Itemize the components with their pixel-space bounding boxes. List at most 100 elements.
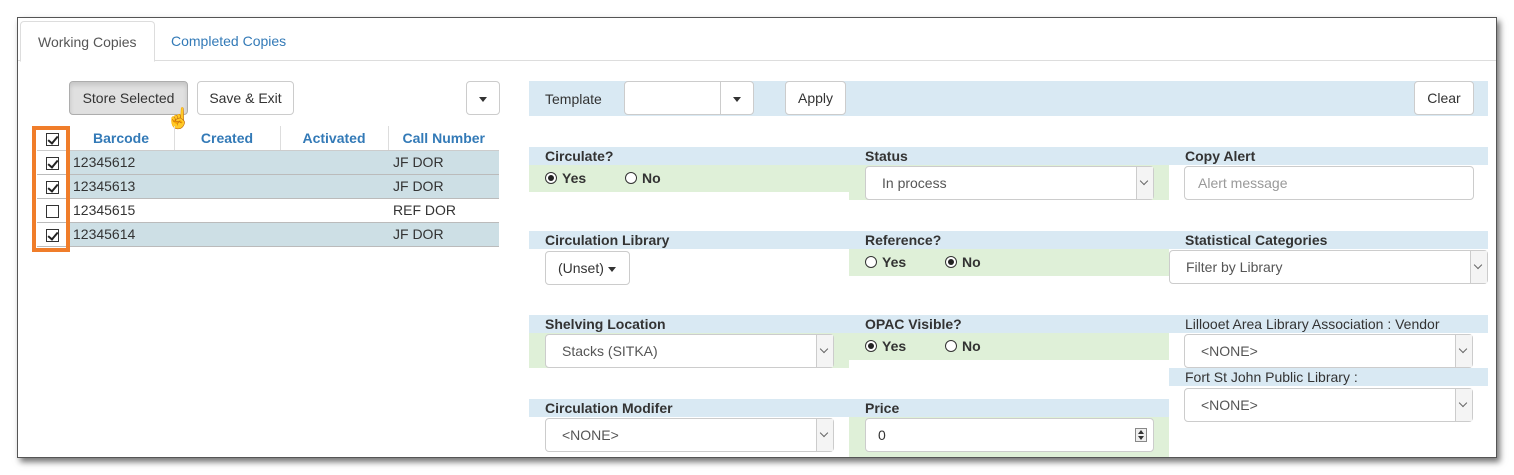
circ-library-value: (Unset) bbox=[558, 260, 604, 276]
shelving-location-select[interactable]: Stacks (SITKA) bbox=[545, 334, 834, 368]
stat-cats-library-filter-select[interactable]: Filter by Library bbox=[1169, 250, 1488, 284]
row-checkbox[interactable] bbox=[46, 156, 59, 170]
column-header-activated[interactable]: Activated bbox=[280, 126, 389, 151]
chevron-down-icon bbox=[816, 419, 833, 451]
circulate-yes-label: Yes bbox=[562, 170, 587, 186]
template-label: Template bbox=[545, 91, 602, 107]
chevron-down-icon bbox=[816, 335, 833, 367]
column-header-created[interactable]: Created bbox=[174, 126, 281, 151]
call-number-cell: JF DOR bbox=[388, 150, 499, 175]
radio-button-icon bbox=[865, 256, 877, 268]
clear-button[interactable]: Clear bbox=[1414, 81, 1474, 115]
number-spinner-icon[interactable] bbox=[1135, 428, 1147, 442]
reference-no-label: No bbox=[962, 254, 981, 270]
row-checkbox[interactable] bbox=[46, 204, 59, 218]
copy-alert-placeholder: Alert message bbox=[1198, 175, 1288, 191]
vendor-select[interactable]: <NONE> bbox=[1184, 334, 1473, 368]
fort-st-john-value: <NONE> bbox=[1201, 397, 1258, 413]
vendor-value: <NONE> bbox=[1201, 343, 1258, 359]
table-row[interactable]: 12345614 JF DOR bbox=[37, 222, 499, 247]
opac-visible-label: OPAC Visible? bbox=[865, 316, 962, 332]
created-cell bbox=[174, 198, 280, 223]
price-input[interactable]: 0 bbox=[865, 418, 1154, 452]
reference-label: Reference? bbox=[865, 232, 942, 248]
circulate-yes-radio[interactable]: Yes bbox=[545, 170, 586, 186]
created-cell bbox=[174, 174, 280, 199]
price-value: 0 bbox=[878, 427, 886, 443]
barcode-cell: 12345614 bbox=[68, 222, 174, 247]
created-cell bbox=[174, 222, 280, 247]
column-header-call-number[interactable]: Call Number bbox=[388, 126, 499, 151]
tab-completed-copies[interactable]: Completed Copies bbox=[154, 21, 303, 62]
caret-down-icon bbox=[607, 266, 616, 272]
fort-st-john-label: Fort St John Public Library : bbox=[1185, 369, 1358, 385]
row-checkbox[interactable] bbox=[46, 180, 59, 194]
chevron-down-icon bbox=[1455, 335, 1472, 367]
row-select-cell bbox=[37, 150, 68, 175]
radio-button-icon bbox=[945, 256, 957, 268]
row-select-cell bbox=[37, 222, 68, 247]
tab-working-copies[interactable]: Working Copies bbox=[20, 21, 155, 62]
stat-cats-value: Filter by Library bbox=[1186, 259, 1283, 275]
chevron-down-icon bbox=[1455, 389, 1472, 421]
shelving-location-label: Shelving Location bbox=[545, 316, 666, 332]
radio-button-icon bbox=[945, 340, 957, 352]
copy-alert-label: Copy Alert bbox=[1185, 148, 1256, 164]
fort-st-john-select[interactable]: <NONE> bbox=[1184, 388, 1473, 422]
activated-cell bbox=[280, 150, 388, 175]
call-number-cell: REF DOR bbox=[388, 198, 499, 223]
row-select-cell bbox=[37, 174, 68, 199]
select-all-checkbox[interactable] bbox=[45, 132, 59, 146]
circ-modifier-label: Circulation Modifer bbox=[545, 400, 673, 416]
circulate-no-radio[interactable]: No bbox=[625, 170, 661, 186]
created-cell bbox=[174, 150, 280, 175]
reference-no-radio[interactable]: No bbox=[945, 254, 981, 270]
circ-library-label: Circulation Library bbox=[545, 232, 670, 248]
table-row[interactable]: 12345613 JF DOR bbox=[37, 174, 499, 199]
row-select-cell bbox=[37, 198, 68, 223]
circulate-no-label: No bbox=[642, 170, 661, 186]
radio-button-icon bbox=[545, 172, 557, 184]
barcode-cell: 12345612 bbox=[68, 150, 174, 175]
activated-cell bbox=[280, 198, 388, 223]
grid-actions-dropdown-button[interactable] bbox=[466, 81, 500, 115]
circ-modifier-select[interactable]: <NONE> bbox=[545, 418, 834, 452]
opac-visible-yes-label: Yes bbox=[882, 338, 907, 354]
status-label: Status bbox=[865, 148, 908, 164]
barcode-cell: 12345615 bbox=[68, 198, 174, 223]
reference-yes-label: Yes bbox=[882, 254, 907, 270]
copy-alert-input[interactable]: Alert message bbox=[1184, 166, 1474, 200]
table-row[interactable]: 12345615 REF DOR bbox=[37, 198, 499, 223]
opac-visible-no-label: No bbox=[962, 338, 981, 354]
radio-button-icon bbox=[625, 172, 637, 184]
table-row[interactable]: 12345612 JF DOR bbox=[37, 150, 499, 175]
row-checkbox[interactable] bbox=[46, 228, 59, 242]
barcode-cell: 12345613 bbox=[68, 174, 174, 199]
apply-template-button[interactable]: Apply bbox=[785, 81, 846, 115]
template-dropdown-toggle[interactable] bbox=[720, 82, 753, 114]
vendor-label: Lillooet Area Library Association : Vend… bbox=[1185, 316, 1440, 332]
reference-yes-radio[interactable]: Yes bbox=[865, 254, 906, 270]
tab-bar: Working Copies Completed Copies bbox=[18, 18, 1496, 62]
caret-down-icon bbox=[479, 96, 487, 102]
caret-down-icon bbox=[733, 96, 741, 102]
radio-button-icon bbox=[865, 340, 877, 352]
opac-visible-no-radio[interactable]: No bbox=[945, 338, 981, 354]
circulate-label: Circulate? bbox=[545, 148, 614, 164]
stat-cats-label: Statistical Categories bbox=[1185, 232, 1328, 248]
activated-cell bbox=[280, 222, 388, 247]
column-header-barcode[interactable]: Barcode bbox=[68, 126, 175, 151]
activated-cell bbox=[280, 174, 388, 199]
chevron-down-icon bbox=[1470, 251, 1487, 283]
circ-library-dropdown[interactable]: (Unset) bbox=[545, 251, 630, 285]
copies-grid: Barcode Created Activated Call Number 12… bbox=[37, 126, 499, 247]
shelving-location-value: Stacks (SITKA) bbox=[562, 343, 658, 359]
call-number-cell: JF DOR bbox=[388, 174, 499, 199]
save-exit-button[interactable]: Save & Exit bbox=[197, 81, 294, 115]
status-select[interactable]: In process bbox=[865, 166, 1154, 200]
opac-visible-yes-radio[interactable]: Yes bbox=[865, 338, 906, 354]
template-select[interactable] bbox=[624, 81, 754, 115]
chevron-down-icon bbox=[1136, 167, 1153, 199]
circ-modifier-value: <NONE> bbox=[562, 427, 619, 443]
price-label: Price bbox=[865, 400, 900, 416]
